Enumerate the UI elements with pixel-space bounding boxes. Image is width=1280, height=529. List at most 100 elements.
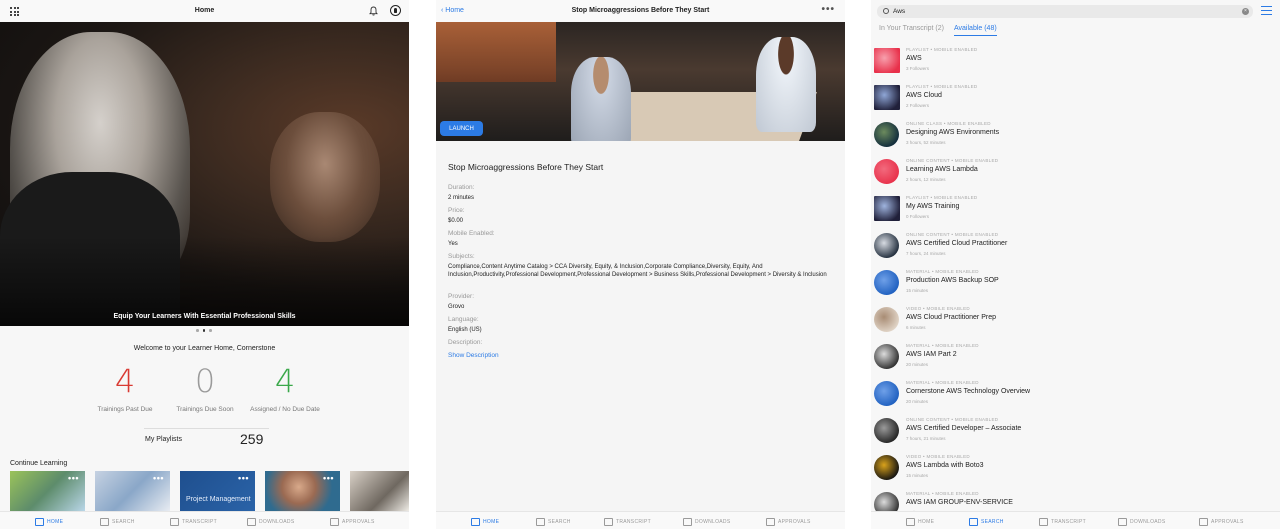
search-result-item[interactable]: PLAYLIST • MOBILE ENABLED AWS Cloud 2 Foll… (874, 82, 1274, 119)
home-screen: Home Equip Your Learners With Essential … (0, 0, 409, 529)
tab-home[interactable]: HOME (906, 515, 934, 529)
result-subtitle: 7 hours, 21 minutes (906, 436, 946, 441)
field-value: $0.00 (448, 218, 464, 224)
result-subtitle: 20 minutes (906, 399, 929, 404)
more-options-icon[interactable]: ••• (68, 473, 79, 483)
tab-home[interactable]: HOME (471, 515, 499, 529)
search-input[interactable]: Aws × (877, 5, 1253, 18)
field-label: Provider: (448, 293, 475, 300)
tab-approvals[interactable]: APPROVALS (330, 515, 375, 529)
search-icon (100, 518, 109, 526)
result-title: Production AWS Backup SOP (906, 277, 999, 284)
field-label: Language: (448, 316, 479, 323)
learning-card[interactable]: ••• (95, 471, 170, 511)
result-meta: ONLINE CLASS • MOBILE ENABLED (906, 121, 991, 126)
profile-icon[interactable] (390, 5, 401, 16)
tab-transcript[interactable]: TRANSCRIPT (170, 515, 217, 529)
tab-label: SEARCH (548, 519, 571, 525)
tab-label: DOWNLOADS (259, 519, 295, 525)
carousel-dots[interactable] (196, 329, 212, 332)
tab-approvals[interactable]: APPROVALS (1199, 515, 1244, 529)
result-subtitle: 20 minutes (906, 362, 929, 367)
result-title: AWS Cloud (906, 92, 942, 99)
launch-button[interactable]: LAUNCH (440, 121, 483, 136)
tab-downloads[interactable]: DOWNLOADS (1118, 515, 1165, 529)
result-thumbnail (874, 381, 899, 406)
search-result-item[interactable]: MATERIAL • MOBILE ENABLED AWS IAM Part 2 2… (874, 341, 1274, 378)
tab-label: SEARCH (981, 519, 1004, 525)
field-label: Duration: (448, 184, 475, 191)
download-icon (1118, 518, 1127, 526)
search-result-item[interactable]: ONLINE CLASS • MOBILE ENABLED Designing A… (874, 119, 1274, 156)
show-description-link[interactable]: Show Description (448, 352, 499, 359)
learning-card[interactable]: ••• (10, 471, 85, 511)
field-language: Language: English (US) (448, 316, 828, 334)
learning-card[interactable] (350, 471, 409, 511)
search-result-item[interactable]: PLAYLIST • MOBILE ENABLED AWS 3 Followers (874, 45, 1274, 82)
search-icon (969, 518, 978, 526)
more-options-icon[interactable]: ••• (238, 473, 249, 483)
search-result-item[interactable]: MATERIAL • MOBILE ENABLED Cornerstone AWS… (874, 378, 1274, 415)
search-icon (536, 518, 545, 526)
result-meta: MATERIAL • MOBILE ENABLED (906, 491, 979, 496)
result-meta: ONLINE CONTENT • MOBILE ENABLED (906, 417, 999, 422)
search-result-item[interactable]: ONLINE CONTENT • MOBILE ENABLED Learning … (874, 156, 1274, 193)
tab-label: APPROVALS (1211, 519, 1244, 525)
search-result-item[interactable]: ONLINE CONTENT • MOBILE ENABLED AWS Certi… (874, 415, 1274, 452)
result-title: Designing AWS Environments (906, 129, 1000, 136)
tab-search[interactable]: SEARCH (969, 515, 1004, 529)
search-result-item[interactable]: VIDEO • MOBILE ENABLED AWS Lambda with Bo… (874, 452, 1274, 489)
result-thumbnail (874, 344, 899, 369)
result-title: Cornerstone AWS Technology Overview (906, 388, 1031, 395)
tab-search[interactable]: SEARCH (536, 515, 571, 529)
result-thumbnail (874, 455, 899, 480)
download-icon (683, 518, 692, 526)
result-meta: ONLINE CONTENT • MOBILE ENABLED (906, 232, 999, 237)
tab-label: APPROVALS (778, 519, 811, 525)
tab-home[interactable]: HOME (35, 515, 63, 529)
thumbs-up-icon (1199, 518, 1208, 526)
more-options-icon[interactable]: ••• (153, 473, 164, 483)
stat-due-soon[interactable]: 0 Trainings Due Soon (165, 362, 245, 413)
learning-card[interactable]: ••• (265, 471, 340, 511)
search-result-item[interactable]: ONLINE CONTENT • MOBILE ENABLED AWS Certi… (874, 230, 1274, 267)
bell-icon[interactable] (369, 6, 378, 16)
learning-card[interactable]: ••• Project Management (180, 471, 255, 511)
tab-search[interactable]: SEARCH (100, 515, 135, 529)
result-subtitle: 2 Followers (906, 103, 930, 108)
more-options-icon[interactable]: ••• (821, 4, 835, 15)
stat-past-due[interactable]: 4 Trainings Past Due (85, 362, 165, 413)
result-meta: PLAYLIST • MOBILE ENABLED (906, 47, 978, 52)
search-result-item[interactable]: PLAYLIST • MOBILE ENABLED My AWS Training… (874, 193, 1274, 230)
field-label: Price: (448, 207, 465, 214)
search-result-item[interactable]: MATERIAL • MOBILE ENABLED Production AWS … (874, 267, 1274, 304)
tab-transcript[interactable]: TRANSCRIPT (1039, 515, 1086, 529)
tab-approvals[interactable]: APPROVALS (766, 515, 811, 529)
stat-no-due-date[interactable]: 4 Assigned / No Due Date (245, 362, 325, 413)
filter-icon[interactable] (1261, 6, 1272, 15)
tab-downloads[interactable]: DOWNLOADS (683, 515, 730, 529)
result-title: AWS Lambda with Boto3 (906, 462, 984, 469)
result-meta: VIDEO • MOBILE ENABLED (906, 454, 970, 459)
tab-in-transcript[interactable]: In Your Transcript (2) (879, 25, 944, 32)
search-results-list: PLAYLIST • MOBILE ENABLED AWS 3 Followers P… (874, 45, 1274, 526)
download-icon (247, 518, 256, 526)
home-icon (471, 518, 480, 526)
tab-transcript[interactable]: TRANSCRIPT (604, 515, 651, 529)
result-title: AWS Cloud Practitioner Prep (906, 314, 996, 321)
tab-available[interactable]: Available (48) (954, 25, 997, 36)
tab-label: TRANSCRIPT (616, 519, 651, 525)
result-meta: VIDEO • MOBILE ENABLED (906, 306, 970, 311)
my-playlists-label[interactable]: My Playlists (145, 436, 182, 443)
stat-label: Trainings Past Due (97, 406, 153, 413)
tab-downloads[interactable]: DOWNLOADS (247, 515, 294, 529)
my-playlists-count[interactable]: 259 (240, 431, 263, 447)
field-mobile-enabled: Mobile Enabled: Yes (448, 230, 828, 248)
more-options-icon[interactable]: ••• (323, 473, 334, 483)
clear-icon[interactable]: × (1242, 8, 1249, 15)
search-result-item[interactable]: VIDEO • MOBILE ENABLED AWS Cloud Practiti… (874, 304, 1274, 341)
stat-value: 4 (114, 362, 136, 400)
hero-banner[interactable]: Equip Your Learners With Essential Profe… (0, 22, 409, 326)
welcome-text: Welcome to your Learner Home, Cornerston… (133, 345, 276, 352)
search-query[interactable]: Aws (893, 8, 905, 15)
